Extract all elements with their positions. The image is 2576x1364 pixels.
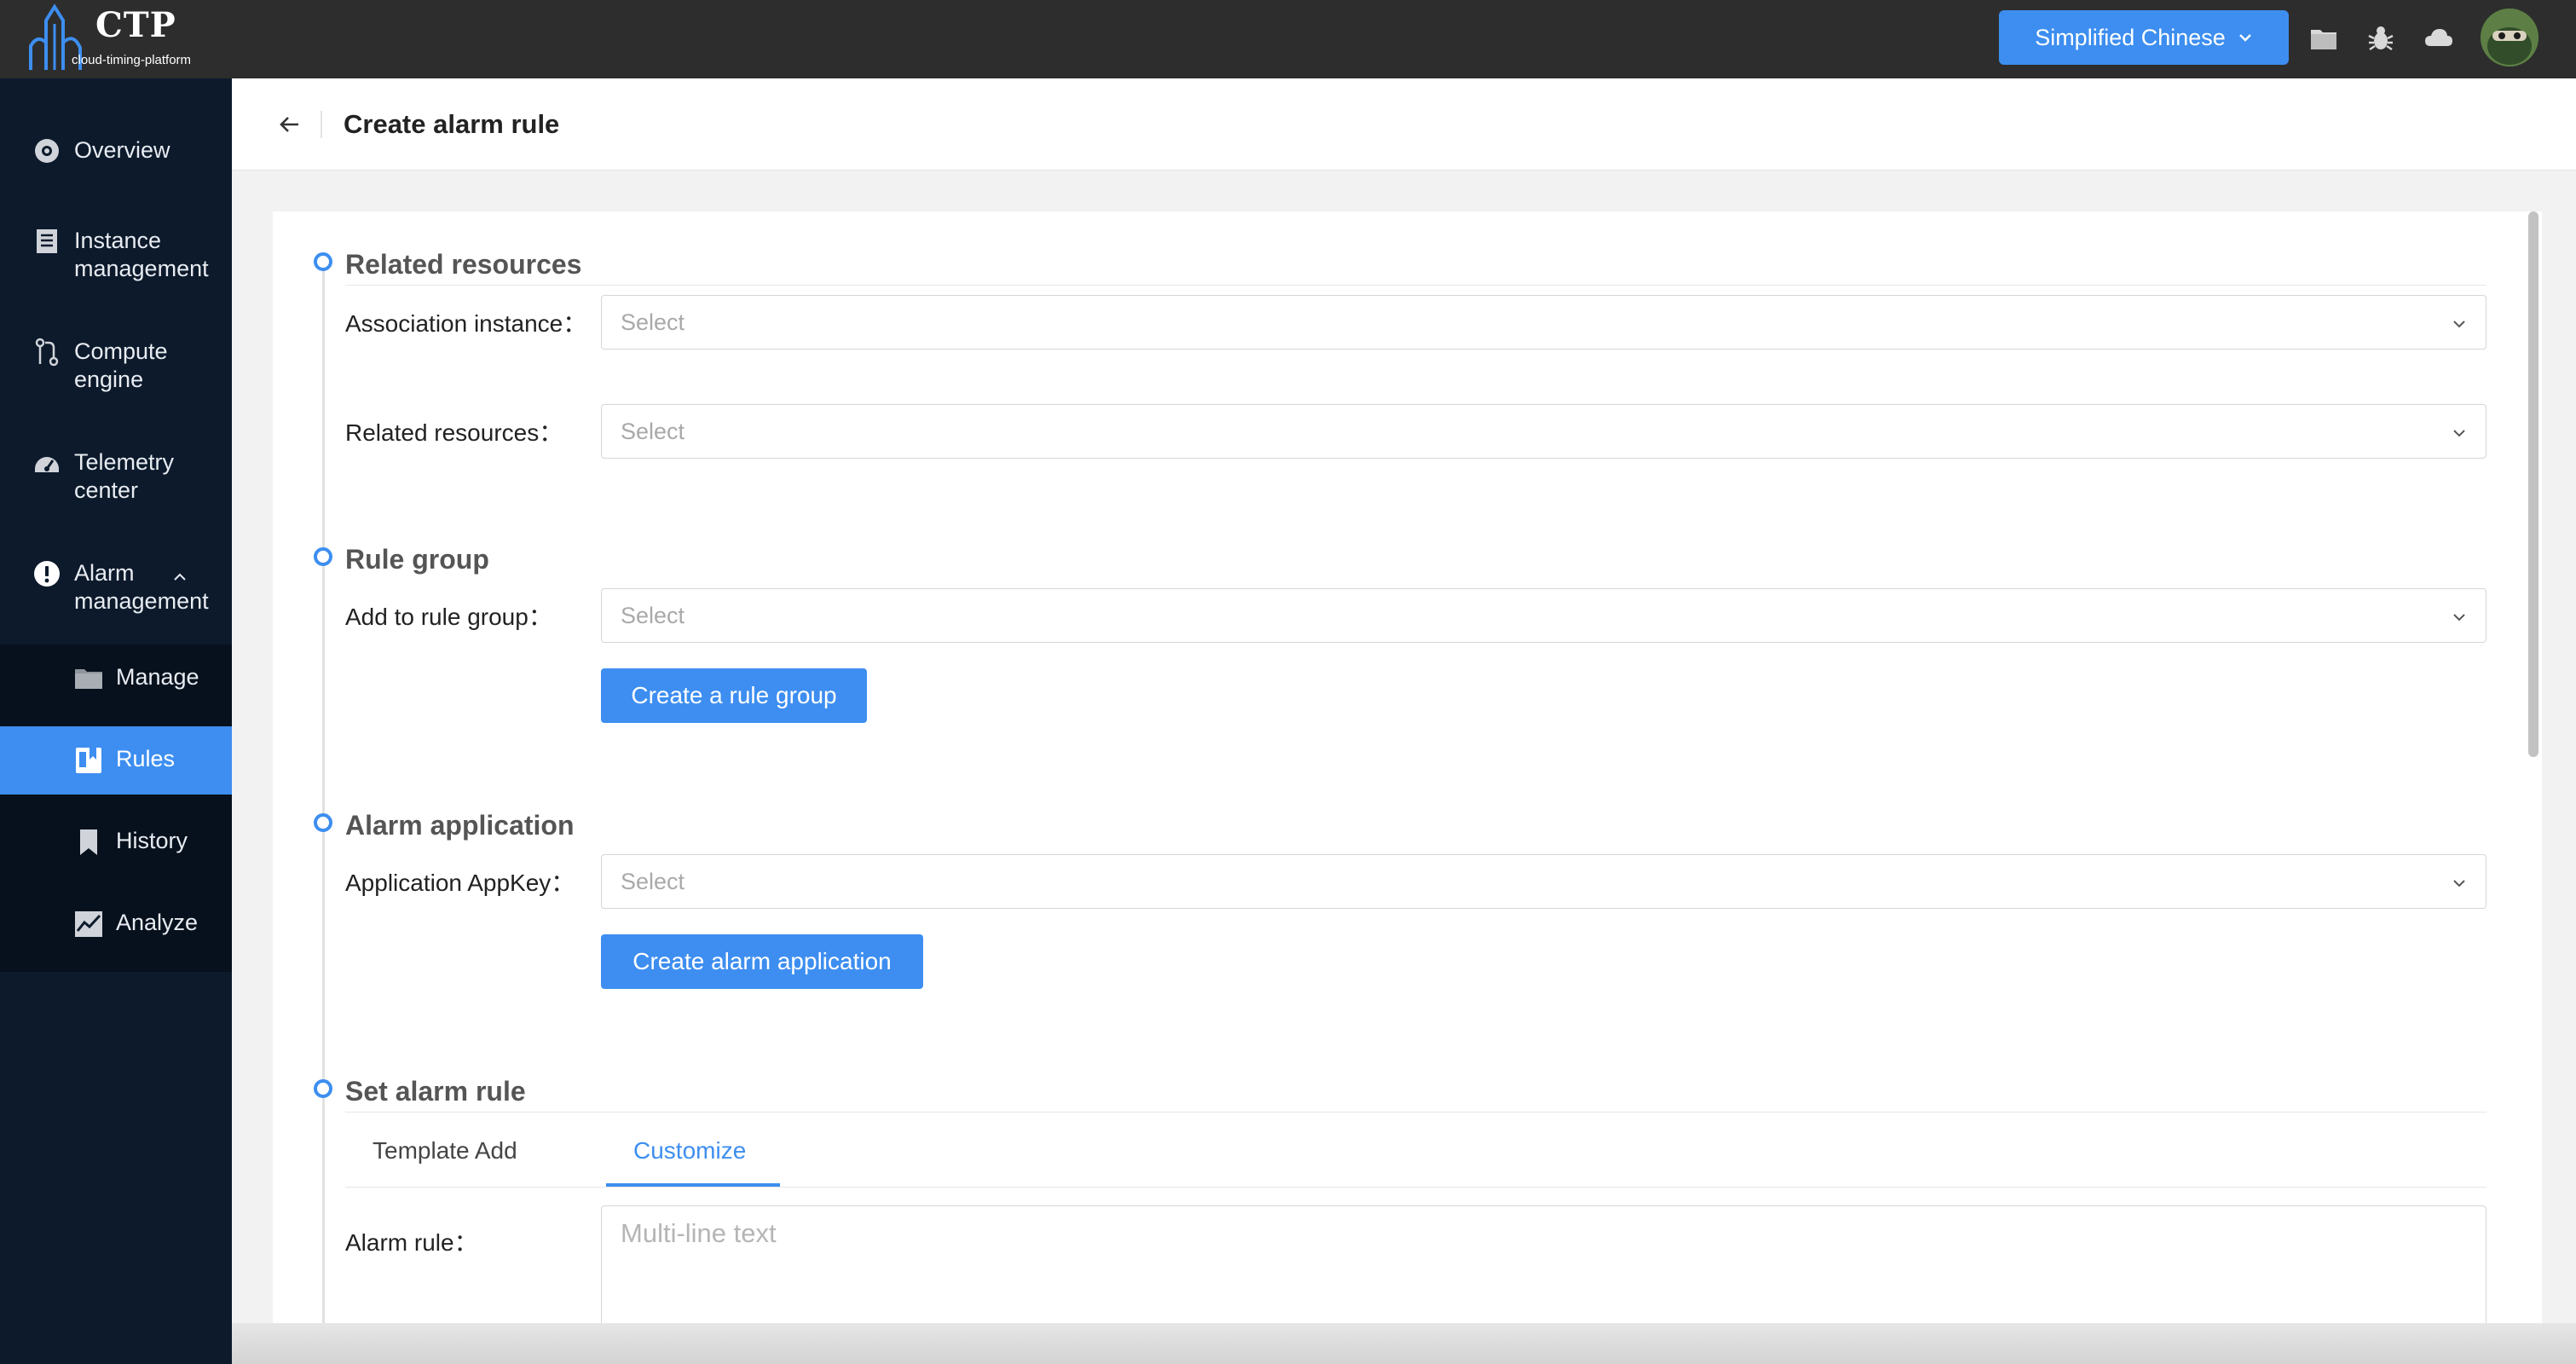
submenu-item-manage[interactable]: Manage	[0, 644, 232, 713]
top-bar: CTP cloud-timing-platform Simplified Chi…	[0, 0, 2576, 78]
submenu-item-history[interactable]: History	[0, 808, 232, 876]
chevron-up-icon[interactable]	[172, 571, 188, 583]
sidebar-item-compute-engine[interactable]: Compute engine	[0, 338, 232, 397]
sidebar-item-label: Overview	[74, 137, 170, 163]
tab-template-add[interactable]: Template Add	[373, 1137, 517, 1165]
submenu-item-label: History	[116, 828, 188, 853]
select-placeholder: Select	[621, 603, 685, 628]
bookmark-icon	[80, 829, 97, 855]
alarm-rule-label: Alarm rule：	[345, 1229, 478, 1256]
language-select-button[interactable]: Simplified Chinese	[1999, 10, 2289, 65]
create-rule-group-button[interactable]: Create a rule group	[601, 668, 867, 723]
association-instance-label: Association instance：	[345, 310, 587, 337]
step-dot	[314, 547, 332, 566]
add-to-rule-group-label: Add to rule group：	[345, 604, 552, 630]
step-dot	[314, 813, 332, 832]
section-title-rule-group: Rule group	[345, 544, 489, 575]
rules-icon	[76, 748, 101, 773]
submenu-item-rules[interactable]: Rules	[0, 726, 232, 795]
section-title-related-resources: Related resources	[345, 249, 582, 280]
step-dot	[314, 252, 332, 271]
sidebar-item-alarm-management[interactable]: Alarm management	[0, 559, 232, 619]
chevron-down-icon	[2453, 430, 2465, 437]
tab-customize[interactable]: Customize	[633, 1137, 746, 1165]
chevron-down-icon	[2453, 614, 2465, 621]
related-resources-select[interactable]: Select	[601, 404, 2486, 459]
sidebar-item-label: Instance	[74, 228, 162, 253]
select-placeholder: Select	[621, 419, 685, 444]
section-divider	[345, 285, 2486, 286]
chart-icon	[75, 911, 102, 937]
logo-subtitle: cloud-timing-platform	[72, 53, 192, 67]
section-title-set-alarm-rule: Set alarm rule	[345, 1076, 526, 1107]
folder-icon	[75, 669, 102, 689]
submenu-item-label: Rules	[116, 746, 176, 772]
sidebar-item-overview[interactable]: Overview	[0, 136, 232, 170]
window-bottom-edge	[232, 1323, 2576, 1364]
sidebar-item-label: Compute	[74, 338, 168, 364]
sidebar-item-telemetry-center[interactable]: Telemetry center	[0, 448, 232, 508]
page-title: Create alarm rule	[344, 109, 560, 139]
cloud-icon[interactable]	[2423, 22, 2455, 55]
select-placeholder: Select	[621, 869, 685, 894]
sidebar-item-label-line2: engine	[74, 367, 144, 392]
bug-icon[interactable]	[2365, 22, 2397, 55]
steps-timeline	[322, 264, 325, 1323]
alarm-submenu: Manage Rules History Analyze	[0, 644, 232, 972]
sidebar: Overview Instance management Compute eng…	[0, 78, 232, 1364]
alert-icon	[34, 561, 60, 587]
chevron-down-icon	[2238, 34, 2251, 42]
header-divider	[321, 111, 322, 138]
chevron-down-icon	[2453, 321, 2465, 328]
sidebar-item-label: Telemetry	[74, 449, 175, 475]
alarm-rule-textarea[interactable]: Multi-line text	[601, 1205, 2486, 1323]
logo-title: CTP	[95, 5, 176, 45]
scrollbar[interactable]	[2528, 211, 2538, 757]
document-icon	[37, 229, 57, 253]
sidebar-item-instance-management[interactable]: Instance management	[0, 227, 232, 286]
submenu-item-label: Analyze	[116, 910, 199, 935]
chevron-down-icon	[2453, 880, 2465, 887]
select-placeholder: Select	[621, 309, 685, 335]
tabs-divider	[345, 1187, 2486, 1188]
sidebar-item-label-line2: center	[74, 477, 139, 503]
submenu-item-label: Manage	[116, 664, 199, 690]
sidebar-item-label-line2: management	[74, 256, 209, 281]
sidebar-item-label-line2: management	[74, 588, 209, 614]
section-title-alarm-application: Alarm application	[345, 810, 575, 841]
step-dot	[314, 1079, 332, 1098]
compute-icon	[35, 338, 59, 367]
related-resources-label: Related resources：	[345, 419, 563, 446]
section-divider	[345, 1112, 2486, 1113]
back-arrow-icon[interactable]	[274, 109, 305, 140]
app-logo[interactable]: CTP cloud-timing-platform	[20, 2, 217, 75]
telemetry-icon	[35, 457, 59, 472]
sidebar-item-label: Alarm	[74, 560, 135, 586]
language-label: Simplified Chinese	[2035, 24, 2226, 50]
avatar-image-icon	[2481, 9, 2538, 66]
application-appkey-label: Application AppKey：	[345, 870, 575, 896]
application-appkey-select[interactable]: Select	[601, 854, 2486, 909]
overview-icon	[35, 139, 59, 163]
create-alarm-application-button[interactable]: Create alarm application	[601, 934, 923, 989]
avatar[interactable]	[2481, 9, 2538, 66]
association-instance-select[interactable]: Select	[601, 295, 2486, 350]
submenu-item-analyze[interactable]: Analyze	[0, 890, 232, 958]
folder-icon[interactable]	[2307, 22, 2340, 55]
create-alarm-rule-form: Related resources Association instance： …	[273, 211, 2542, 1323]
textarea-placeholder: Multi-line text	[621, 1218, 777, 1248]
rule-group-select[interactable]: Select	[601, 588, 2486, 643]
page-header: Create alarm rule	[232, 78, 2576, 170]
